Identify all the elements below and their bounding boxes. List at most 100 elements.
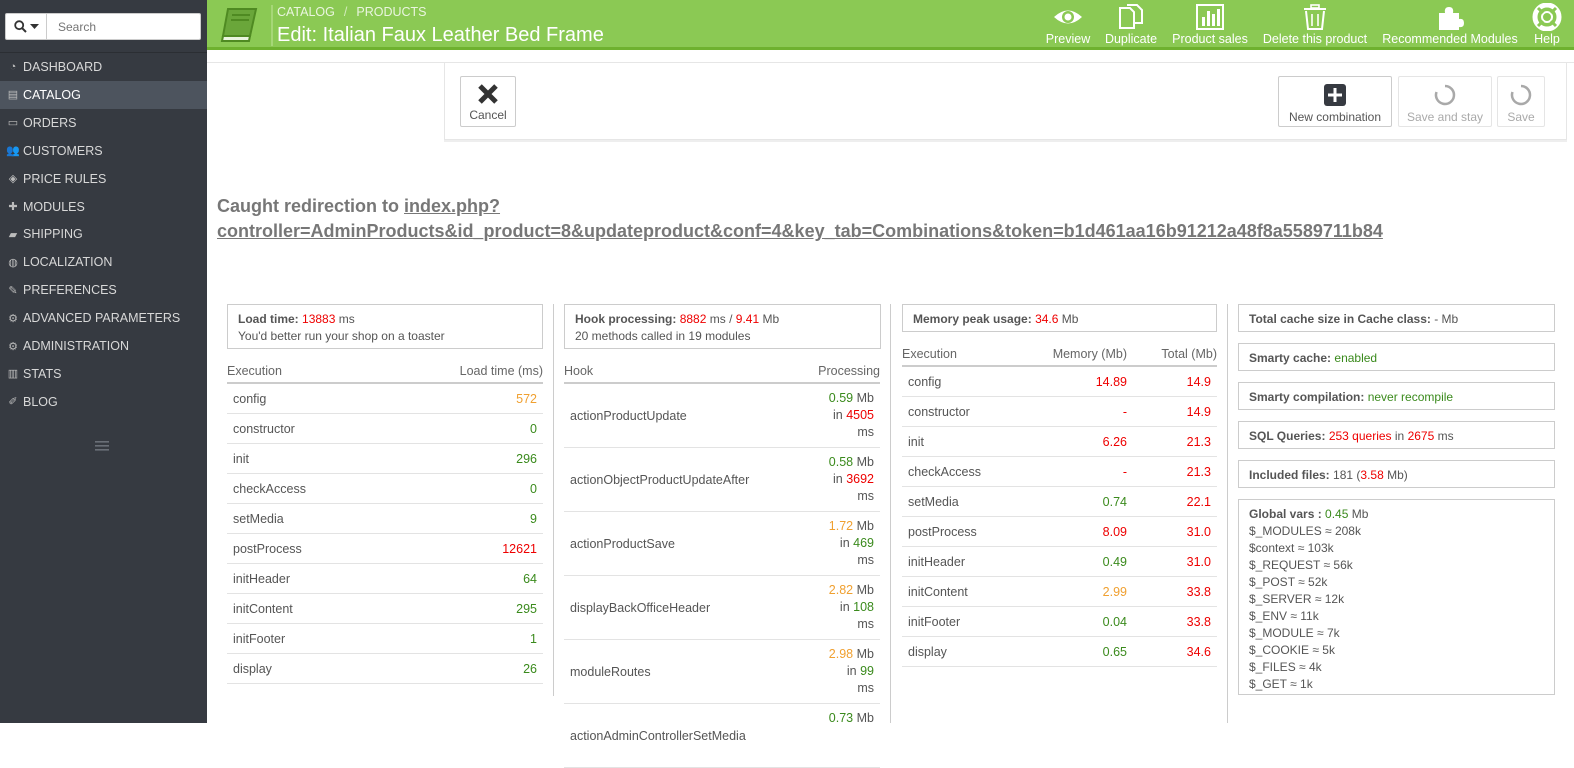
memory-summary: Memory peak usage: 34.6 Mb [902, 304, 1217, 332]
sidebar-item-stats[interactable]: ▥ STATS [0, 360, 207, 388]
memory-unit: Mb [1061, 312, 1079, 326]
cancel-label: Cancel [469, 108, 507, 122]
table-row: constructor - 14.9 [902, 397, 1217, 427]
hook-summary: Hook processing: 8882 ms / 9.41 Mb 20 me… [564, 304, 881, 349]
sidebar-item-advanced-parameters[interactable]: ⚙ ADVANCED PARAMETERS [0, 304, 207, 332]
smarty-compilation-value: never recompile [1367, 390, 1454, 404]
sidebar-item-orders[interactable]: ▭ ORDERS [0, 109, 207, 137]
search-type-button[interactable] [6, 14, 47, 39]
total-cell: 34.6 [1186, 644, 1211, 659]
hook-processing-cell: 0.59 Mb in 4505 ms [829, 390, 874, 441]
redirect-message: Caught redirection to index.php? controll… [217, 194, 1547, 244]
save-button[interactable]: Save [1497, 76, 1545, 127]
sidebar-item-customers[interactable]: 👥 CUSTOMERS [0, 137, 207, 165]
cancel-button[interactable]: Cancel [460, 76, 516, 127]
dashboard-icon: ◔ [9, 61, 17, 73]
execution-name: initFooter [233, 631, 286, 646]
hook-mem: 2.82 [828, 583, 854, 597]
col-processing: Processing [818, 364, 880, 378]
column-divider [553, 304, 554, 696]
global-var-item: $_GET ≈ 1k [1249, 677, 1313, 691]
breadcrumb-catalog[interactable]: CATALOG [277, 5, 335, 19]
search-input[interactable] [48, 14, 198, 39]
collapse-menu-icon[interactable] [94, 440, 110, 452]
sidebar-item-shipping[interactable]: ▰ SHIPPING [0, 220, 207, 248]
execution-name: initContent [233, 601, 293, 616]
table-header: Hook Processing [564, 362, 880, 384]
global-vars-value: 0.45 [1325, 507, 1349, 521]
load-time-table: Execution Load time (ms) config 572 constru… [227, 362, 543, 684]
truck-icon: ▰ [8, 228, 18, 241]
hook-mem-unit: Mb [856, 391, 874, 405]
included-files-box: Included files: 181 (3.58 Mb) [1238, 460, 1555, 488]
execution-name: checkAccess [908, 464, 981, 479]
hook-mem-unit: Mb [856, 519, 874, 533]
duplicate-button[interactable]: Duplicate [1102, 3, 1160, 48]
sidebar-item-dashboard[interactable]: ◔ DASHBOARD [0, 53, 207, 81]
execution-name: setMedia [908, 494, 959, 509]
product-sales-button[interactable]: Product sales [1171, 3, 1249, 48]
sidebar-item-catalog[interactable]: ▤ CATALOG [0, 80, 207, 109]
col-hook: Hook [564, 364, 594, 378]
hook-processing-cell: 0.58 Mb in 3692 ms [829, 454, 874, 505]
sidebar-item-modules[interactable]: ✚ MODULES [0, 193, 207, 221]
load-time-cell: 295 [516, 601, 537, 616]
hook-time: 4505 [846, 408, 874, 422]
execution-name: initHeader [233, 571, 290, 586]
hook-name: moduleRoutes [570, 664, 651, 679]
hook-time-unit: ms / [709, 312, 733, 326]
header-divider [271, 5, 273, 46]
sidebar-item-label: PREFERENCES [23, 283, 117, 298]
sidebar-item-label: ADVANCED PARAMETERS [23, 311, 181, 326]
execution-name: postProcess [233, 541, 302, 556]
sql-unit: ms [1437, 429, 1454, 443]
hook-note: 20 methods called in 19 modules [575, 329, 751, 343]
breadcrumb-products[interactable]: PRODUCTS [356, 5, 426, 19]
table-row: actionProductSave 1.72 Mb in 469 ms [564, 512, 880, 576]
recommended-modules-button[interactable]: Recommended Modules [1381, 3, 1519, 48]
users-icon: 👥 [6, 145, 20, 158]
load-time-cell: 0 [530, 481, 537, 496]
hook-mem: 1.72 [828, 519, 854, 533]
global-var-item: $_COOKIE ≈ 5k [1249, 643, 1335, 657]
cogs-icon: ⚙ [8, 312, 18, 325]
hook-in: in [832, 408, 843, 422]
global-var-item: $_REQUEST ≈ 56k [1249, 558, 1353, 572]
global-var-item: $_MODULE ≈ 7k [1249, 626, 1340, 640]
table-row: config 14.89 14.9 [902, 367, 1217, 397]
sidebar-item-blog[interactable]: ✐ BLOG [0, 388, 207, 416]
hook-processing-cell: 2.82 Mb in 108 ms [829, 582, 874, 633]
table-row: initContent 2.99 33.8 [902, 577, 1217, 607]
save-and-stay-button[interactable]: Save and stay [1398, 76, 1492, 127]
sidebar-item-label: CUSTOMERS [23, 143, 103, 158]
tags-icon: ◈ [8, 173, 18, 186]
col-memory: Memory (Mb) [1052, 347, 1127, 361]
table-row: initHeader 64 [227, 564, 543, 594]
hook-processing-cell: 2.98 Mb in 99 ms [829, 646, 874, 697]
hook-mem: 2.98 [828, 647, 854, 661]
hook-ms: ms [857, 553, 874, 567]
hook-name: actionProductUpdate [570, 408, 687, 423]
help-button[interactable]: Help [1529, 3, 1565, 48]
plus-square-icon [1324, 84, 1346, 106]
sidebar-item-localization[interactable]: ◍ LOCALIZATION [0, 248, 207, 276]
included-files-label: Included files: [1249, 468, 1330, 482]
hook-mem: 0.58 [828, 455, 854, 469]
close-icon [478, 84, 498, 104]
new-combination-button[interactable]: New combination [1278, 76, 1392, 127]
load-time-cell: 9 [530, 511, 537, 526]
hook-processing-cell: 1.72 Mb in 469 ms [829, 518, 874, 569]
memory-cell: 0.04 [1102, 614, 1127, 629]
hook-time: 3692 [846, 472, 874, 486]
delete-product-button[interactable]: Delete this product [1261, 3, 1369, 48]
sidebar-item-preferences[interactable]: ✎ PREFERENCES [0, 276, 207, 304]
memory-label: Memory peak usage: [913, 312, 1032, 326]
load-time-label: Load time: [238, 312, 299, 326]
hooks-table: Hook Processing actionProductUpdate 0.59 M… [564, 362, 880, 768]
preview-button[interactable]: Preview [1044, 3, 1092, 48]
sidebar-item-label: STATS [23, 366, 62, 381]
search-icon [13, 20, 27, 33]
sidebar-item-price-rules[interactable]: ◈ PRICE RULES [0, 165, 207, 193]
sidebar-item-administration[interactable]: ⚙ ADMINISTRATION [0, 332, 207, 360]
execution-name: display [233, 661, 272, 676]
